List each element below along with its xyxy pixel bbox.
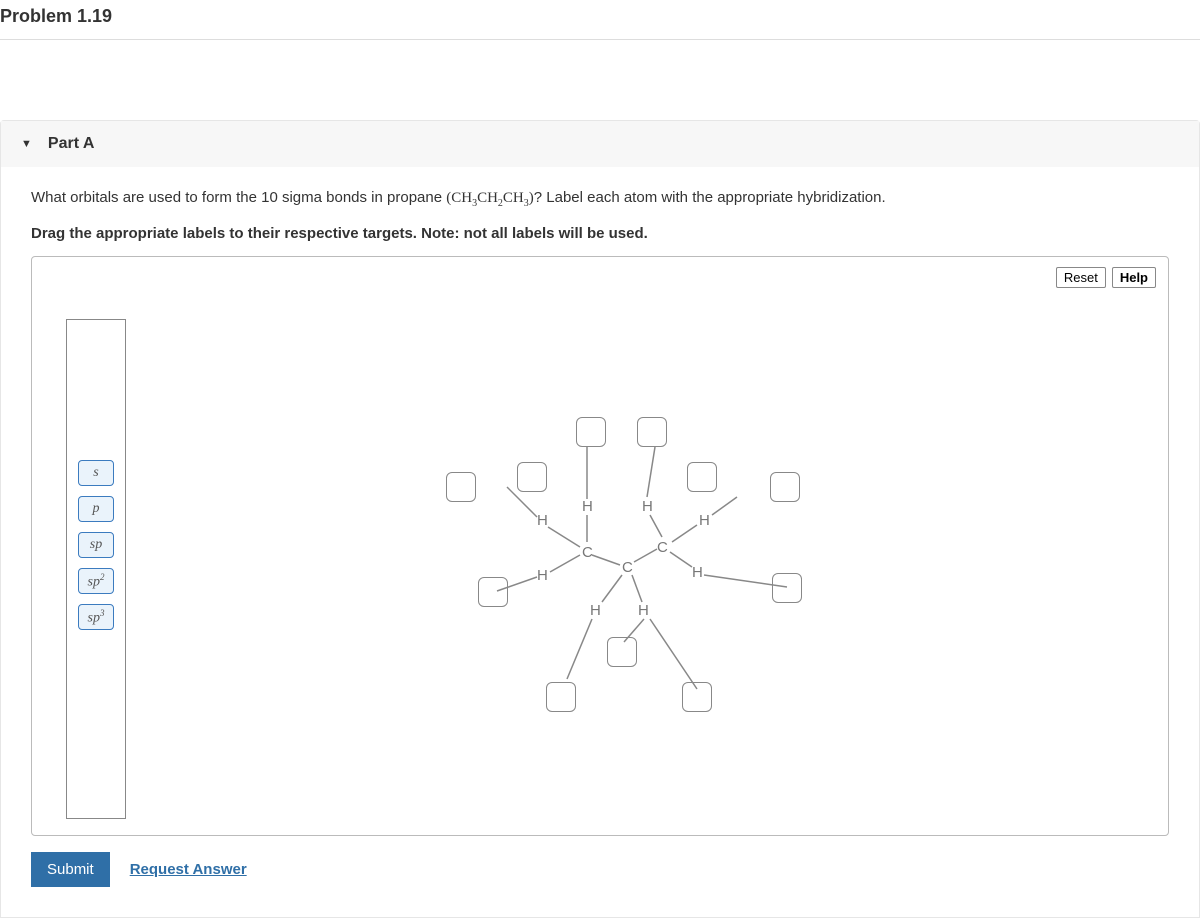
question-text: What orbitals are used to form the 10 si… bbox=[31, 187, 1169, 211]
svg-text:H: H bbox=[582, 498, 593, 515]
request-answer-link[interactable]: Request Answer bbox=[130, 861, 247, 878]
work-area: Reset Help s p sp sp2 sp3 bbox=[31, 256, 1169, 836]
svg-text:H: H bbox=[642, 498, 653, 515]
help-button[interactable]: Help bbox=[1112, 267, 1156, 288]
drag-instruction: Drag the appropriate labels to their res… bbox=[31, 225, 1169, 242]
svg-text:H: H bbox=[692, 564, 703, 581]
atom-c: C bbox=[582, 544, 593, 561]
problem-title: Problem 1.19 bbox=[0, 0, 1200, 40]
part-a-container: ▼ Part A What orbitals are used to form … bbox=[0, 120, 1200, 918]
submit-button[interactable]: Submit bbox=[31, 852, 110, 887]
svg-text:H: H bbox=[537, 512, 548, 529]
svg-text:H: H bbox=[638, 602, 649, 619]
label-p[interactable]: p bbox=[78, 496, 114, 522]
svg-text:H: H bbox=[590, 602, 601, 619]
label-sp[interactable]: sp bbox=[78, 532, 114, 558]
atom-c: C bbox=[657, 539, 668, 556]
atom-c: C bbox=[622, 559, 633, 576]
part-header[interactable]: ▼ Part A bbox=[1, 121, 1199, 167]
collapse-icon: ▼ bbox=[21, 138, 32, 150]
part-label: Part A bbox=[48, 135, 95, 153]
svg-text:H: H bbox=[537, 567, 548, 584]
label-sp2[interactable]: sp2 bbox=[78, 568, 114, 594]
label-s[interactable]: s bbox=[78, 460, 114, 486]
label-palette: s p sp sp2 sp3 bbox=[66, 319, 126, 819]
svg-text:H: H bbox=[699, 512, 710, 529]
label-sp3[interactable]: sp3 bbox=[78, 604, 114, 630]
propane-molecule: C C C H H H bbox=[392, 407, 862, 807]
reset-button[interactable]: Reset bbox=[1056, 267, 1106, 288]
